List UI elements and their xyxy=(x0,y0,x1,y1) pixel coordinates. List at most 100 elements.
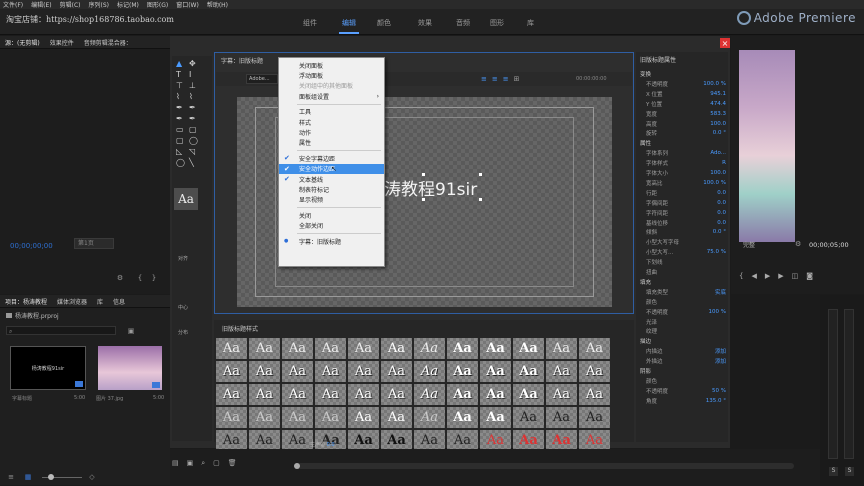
style-tile[interactable]: Aa xyxy=(414,407,445,428)
menu-item[interactable]: 编辑(E) xyxy=(31,0,51,9)
bracket-close-icon[interactable]: } xyxy=(150,274,158,282)
titler-tool-icon[interactable]: ✒ xyxy=(176,114,183,123)
titler-tool-icon[interactable]: ✒ xyxy=(176,103,183,112)
property-row[interactable]: 阴影 xyxy=(640,367,726,375)
property-row[interactable]: 小型大写字母 xyxy=(640,238,726,246)
solo-right-button[interactable]: S xyxy=(845,467,854,476)
property-row[interactable]: 小型大写... 75.0 % xyxy=(640,248,726,256)
style-tile[interactable]: Aa xyxy=(282,407,313,428)
style-tile[interactable]: Aa xyxy=(348,384,379,405)
workspace-tab[interactable]: 组件 xyxy=(303,18,317,28)
style-tile[interactable]: Aa xyxy=(216,430,247,451)
style-tile[interactable]: Aa xyxy=(315,384,346,405)
workspace-tab[interactable]: 库 xyxy=(527,18,534,28)
context-menu-item[interactable]: 工具 xyxy=(279,107,384,117)
style-tile[interactable]: Aa xyxy=(546,430,577,451)
style-tile[interactable]: Aa xyxy=(414,361,445,382)
titler-tool-icon[interactable]: ◹ xyxy=(189,147,195,156)
style-tile[interactable]: Aa xyxy=(216,361,247,382)
style-tile[interactable]: Aa xyxy=(480,430,511,451)
style-tile[interactable]: Aa xyxy=(315,338,346,359)
property-row[interactable]: 基线位移 0.0 xyxy=(640,219,726,227)
property-row[interactable]: X 位置 945.1 xyxy=(640,90,726,98)
workspace-tab[interactable]: 颜色 xyxy=(377,18,391,28)
titler-tool-icon[interactable]: ✒ xyxy=(189,103,196,112)
folder-icon[interactable]: ▣ xyxy=(187,459,194,468)
icon-view-icon[interactable]: ▦ xyxy=(24,473,32,481)
property-row[interactable]: 光泽 xyxy=(640,318,726,326)
property-row[interactable]: 属性 xyxy=(640,139,726,147)
titler-tool-icon[interactable]: ⊥ xyxy=(189,81,196,90)
trash-icon[interactable]: 🗑 xyxy=(228,459,237,468)
property-value[interactable]: 100.0 % xyxy=(703,81,726,87)
style-tile[interactable]: Aa xyxy=(216,338,247,359)
style-tile[interactable]: Aa xyxy=(414,384,445,405)
timeline-scrollbar[interactable] xyxy=(294,463,794,469)
style-tile[interactable]: Aa xyxy=(249,384,280,405)
style-tile[interactable]: Aa xyxy=(282,361,313,382)
style-tile[interactable]: Aa xyxy=(381,384,412,405)
property-value[interactable]: 0.0 ° xyxy=(713,130,726,136)
panel-tab[interactable]: 媒体浏览器 xyxy=(57,297,87,306)
context-menu-item[interactable]: ✔ 安全动作边距 ↖ xyxy=(279,163,384,174)
property-row[interactable]: 不透明度 100.0 % xyxy=(640,80,726,88)
context-menu-item[interactable]: 属性 xyxy=(279,138,384,148)
property-value[interactable]: 0.0 xyxy=(717,210,726,216)
style-tile[interactable]: Aa xyxy=(249,361,280,382)
style-tile[interactable]: Aa xyxy=(414,430,445,451)
style-tile[interactable]: Aa xyxy=(282,384,313,405)
sort-icon[interactable]: ◇ xyxy=(88,473,96,481)
selection-handle[interactable] xyxy=(479,173,482,176)
workspace-tab[interactable]: 图形 xyxy=(490,18,504,28)
new-bin-icon[interactable]: ▣ xyxy=(127,327,135,335)
style-tile[interactable]: Aa xyxy=(546,338,577,359)
context-menu-item[interactable]: 制表符标记 xyxy=(279,184,384,194)
titler-tool-icon[interactable]: ✒ xyxy=(189,114,196,123)
titler-tool-icon[interactable]: ▲ xyxy=(176,59,182,68)
mark-in-icon[interactable]: { xyxy=(739,272,743,280)
titler-tool-icon[interactable]: ◯ xyxy=(176,158,185,167)
style-tile[interactable]: Aa xyxy=(249,338,280,359)
property-row[interactable]: Y 位置 474.4 xyxy=(640,100,726,108)
panel-tab[interactable]: 效果控件 xyxy=(50,38,74,47)
panel-tab[interactable]: 源：(无剪辑) xyxy=(5,38,40,47)
property-value[interactable]: 583.3 xyxy=(710,111,726,117)
property-row[interactable]: 变换 xyxy=(640,70,726,78)
property-row[interactable]: 字体大小 100.0 xyxy=(640,169,726,177)
style-tile[interactable]: Aa xyxy=(348,430,379,451)
property-row[interactable]: 颜色 xyxy=(640,377,726,385)
context-menu-item[interactable]: 显示视频 xyxy=(279,195,384,205)
menu-item[interactable]: 序列(S) xyxy=(89,0,110,9)
font-dropdown[interactable]: Adobe... xyxy=(246,74,278,84)
property-row[interactable]: 外描边 添加 xyxy=(640,357,726,365)
property-value[interactable]: 100.0 xyxy=(710,170,726,176)
style-tile[interactable]: Aa xyxy=(447,338,478,359)
style-tile[interactable]: Aa xyxy=(381,338,412,359)
title-text-box[interactable]: 涛教程91sir xyxy=(382,173,482,201)
style-tile[interactable]: Aa xyxy=(414,338,445,359)
titler-tool-icon[interactable]: I xyxy=(189,70,191,79)
project-item[interactable]: 杨涛教程91sir xyxy=(10,346,86,390)
new-item-icon[interactable]: ▤ xyxy=(172,459,179,468)
property-row[interactable]: 填充 xyxy=(640,278,726,286)
property-value[interactable]: 添加 xyxy=(715,347,726,355)
workspace-tab[interactable]: 音频 xyxy=(456,18,470,28)
context-menu-item[interactable]: 样式 xyxy=(279,117,384,127)
property-row[interactable]: 描边 xyxy=(640,337,726,345)
context-menu-item[interactable]: 浮动面板 xyxy=(279,70,384,80)
style-tile[interactable]: Aa xyxy=(480,338,511,359)
property-row[interactable]: 高度 100.0 xyxy=(640,120,726,128)
property-value[interactable]: 945.1 xyxy=(710,91,726,97)
style-tile[interactable]: Aa xyxy=(348,407,379,428)
property-row[interactable]: 宽高比 100.0 % xyxy=(640,179,726,187)
scroll-handle-left[interactable] xyxy=(294,463,300,469)
titler-tool-icon[interactable]: ⌇ xyxy=(176,92,180,101)
property-row[interactable]: 角度 135.0 ° xyxy=(640,397,726,405)
property-row[interactable]: 字体系列 Ado... xyxy=(640,149,726,157)
zoom-slider-handle[interactable] xyxy=(48,474,54,480)
style-tile[interactable]: Aa xyxy=(282,338,313,359)
style-tile[interactable]: Aa xyxy=(447,407,478,428)
export-frame-icon[interactable]: ◫ xyxy=(792,272,799,280)
new-bin-icon[interactable]: ▢ xyxy=(213,459,220,468)
property-row[interactable]: 内描边 添加 xyxy=(640,347,726,355)
